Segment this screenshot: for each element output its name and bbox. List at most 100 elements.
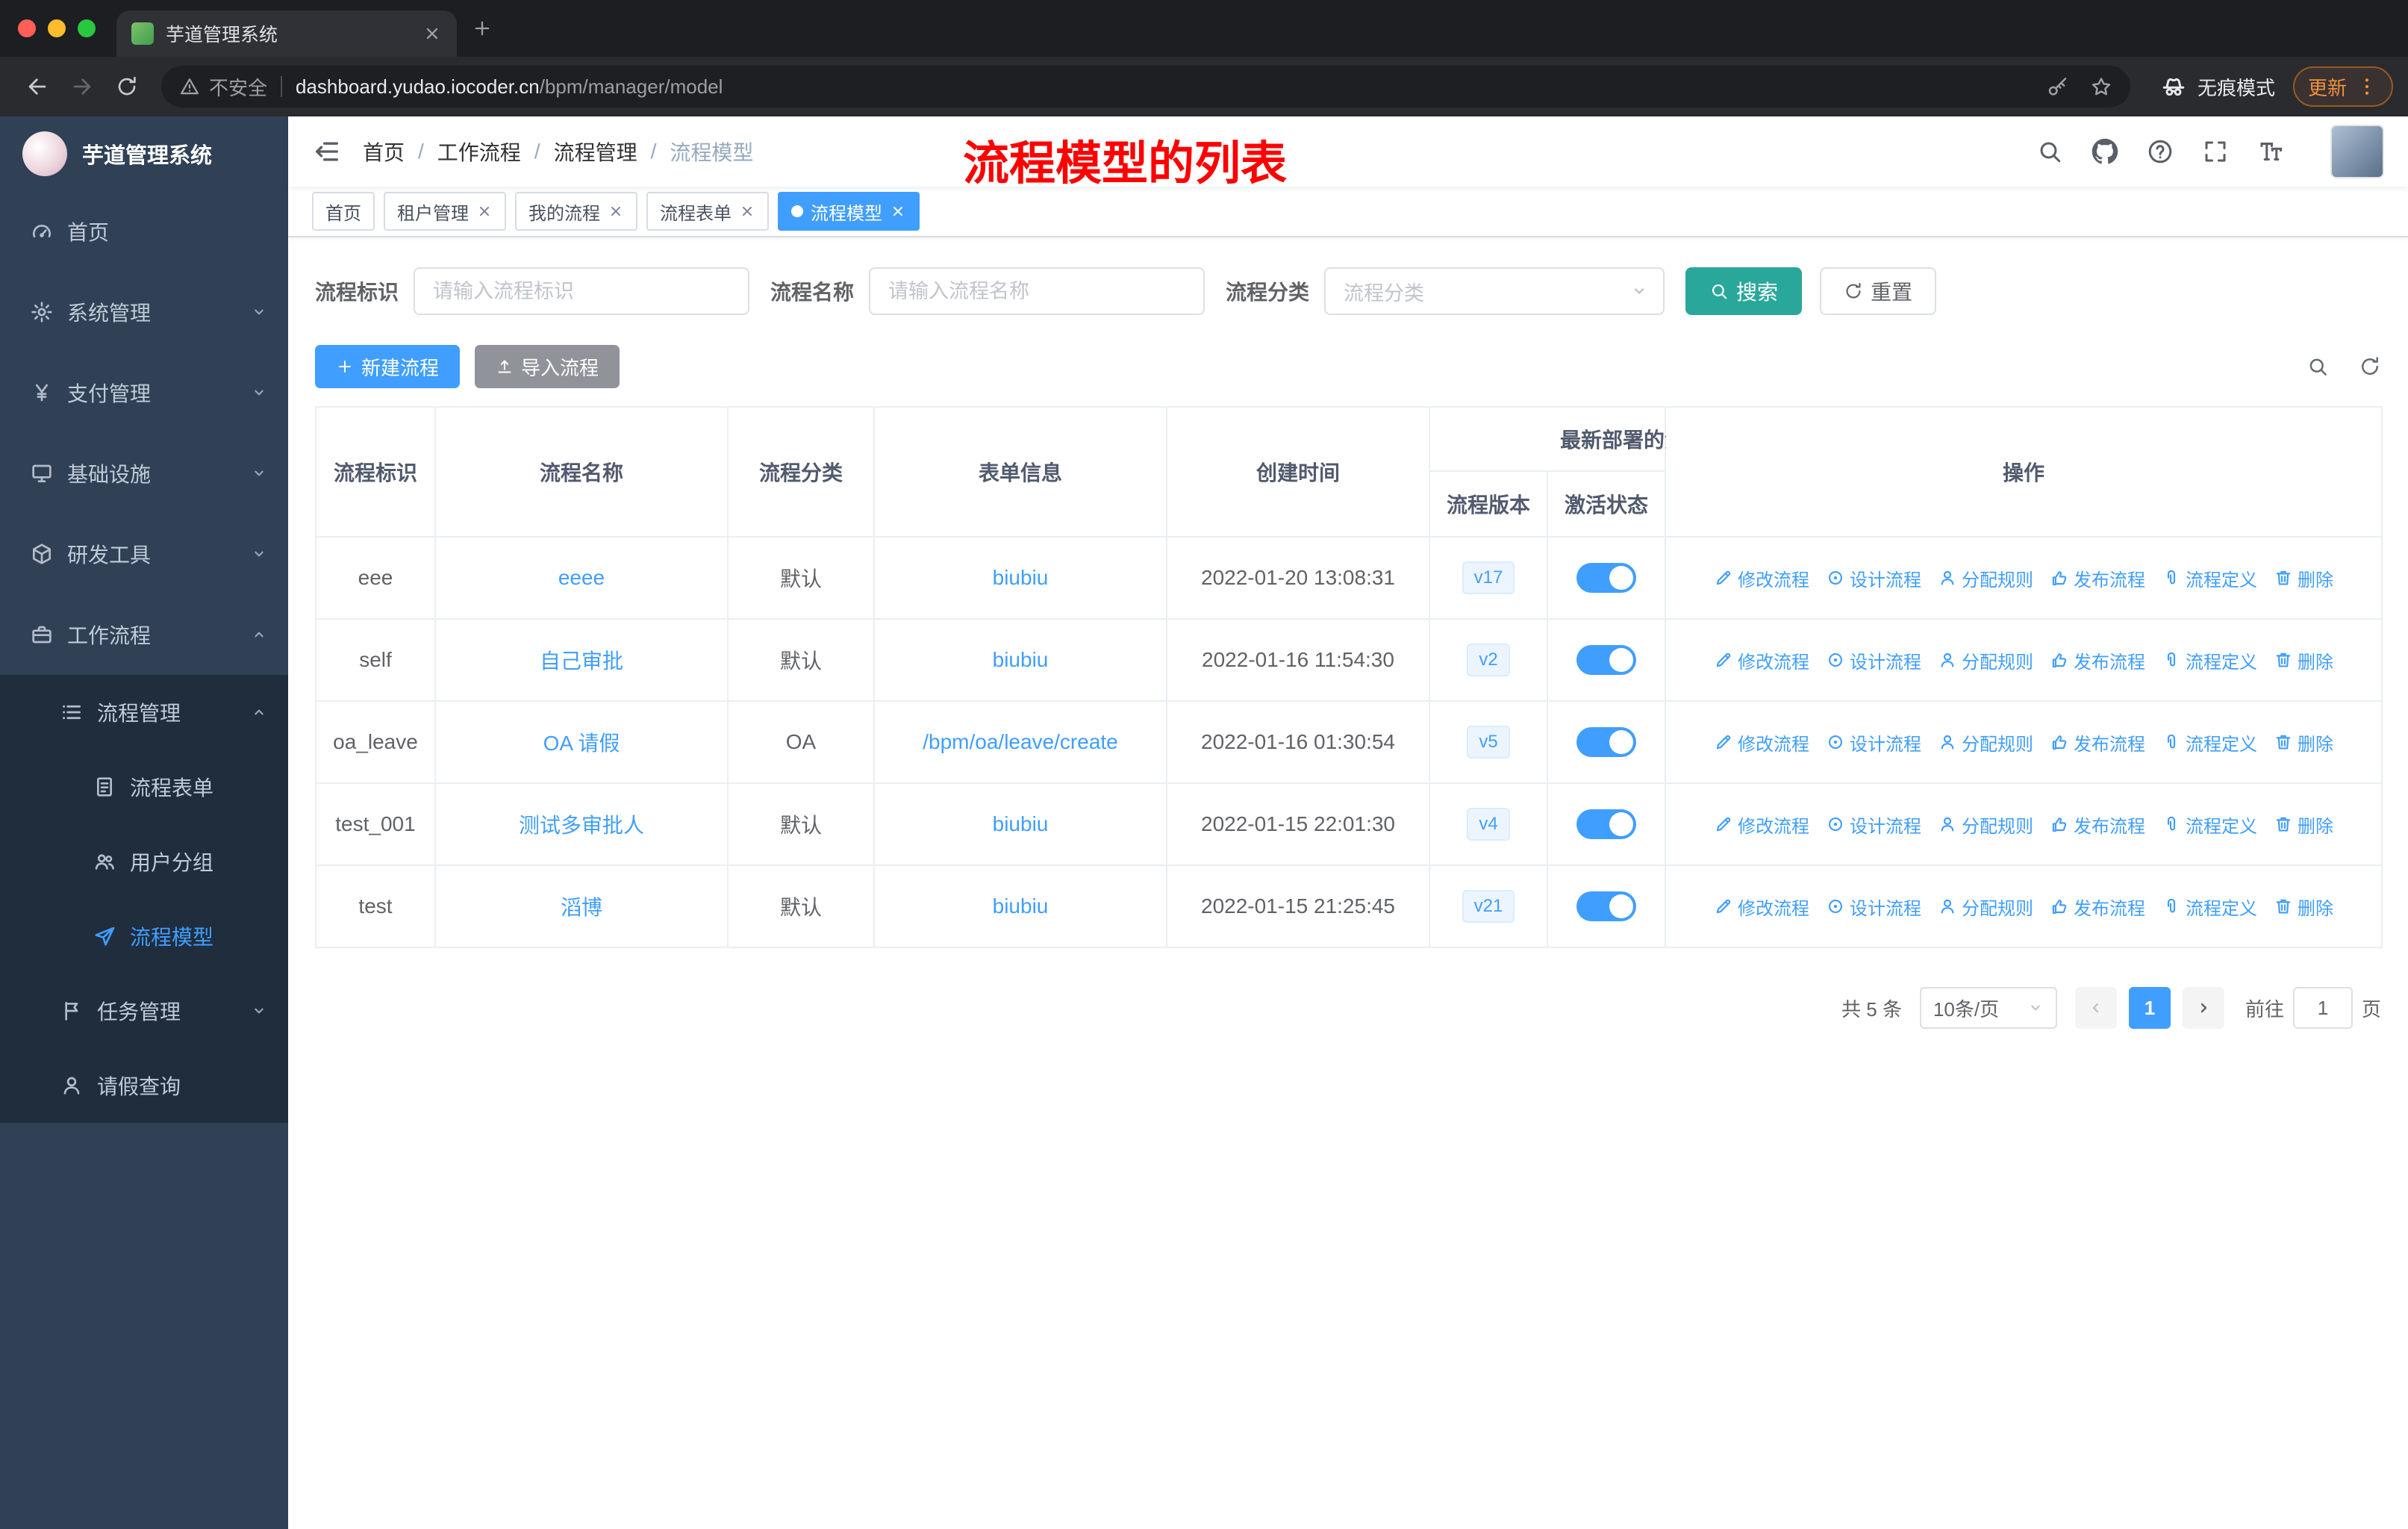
- active-toggle[interactable]: [1576, 891, 1636, 921]
- action-design-process[interactable]: 设计流程: [1826, 565, 1921, 591]
- tag-process-form[interactable]: 流程表单: [646, 192, 769, 231]
- action-edit-process[interactable]: 修改流程: [1714, 565, 1809, 591]
- version-tag[interactable]: v17: [1462, 561, 1515, 595]
- tag-process-model[interactable]: 流程模型: [778, 192, 920, 231]
- github-icon[interactable]: [2092, 138, 2118, 165]
- close-icon[interactable]: [476, 203, 493, 219]
- tag-home[interactable]: 首页: [312, 192, 375, 231]
- toggle-search-icon[interactable]: [2306, 355, 2329, 378]
- new-tab-button[interactable]: [472, 18, 493, 39]
- action-deploy-process[interactable]: 发布流程: [2050, 647, 2145, 673]
- action-process-definition[interactable]: 流程定义: [2162, 647, 2257, 673]
- sidebar-fold-icon[interactable]: [312, 137, 342, 166]
- update-button[interactable]: 更新: [2292, 66, 2393, 107]
- sidebar-item-user-group[interactable]: 用户分组: [0, 824, 288, 899]
- action-process-definition[interactable]: 流程定义: [2162, 812, 2257, 838]
- sidebar-item-infrastructure[interactable]: 基础设施: [0, 433, 288, 514]
- goto-page-input[interactable]: [2292, 987, 2353, 1029]
- active-toggle[interactable]: [1576, 727, 1636, 757]
- action-process-definition[interactable]: 流程定义: [2162, 729, 2257, 756]
- active-toggle[interactable]: [1576, 645, 1636, 675]
- page-number-button[interactable]: 1: [2128, 987, 2171, 1029]
- action-process-definition[interactable]: 流程定义: [2162, 894, 2257, 920]
- sidebar-item-devtools[interactable]: 研发工具: [0, 514, 288, 594]
- process-name-input[interactable]: [869, 267, 1205, 315]
- version-tag[interactable]: v5: [1467, 725, 1510, 759]
- action-delete[interactable]: 删除: [2274, 565, 2333, 591]
- sidebar-item-process-model[interactable]: 流程模型: [0, 899, 288, 974]
- action-deploy-process[interactable]: 发布流程: [2050, 894, 2145, 920]
- sidebar-item-process-form[interactable]: 流程表单: [0, 750, 288, 824]
- version-tag[interactable]: v4: [1467, 807, 1510, 841]
- form-info-link[interactable]: biubiu: [993, 894, 1049, 918]
- form-info-link[interactable]: biubiu: [993, 648, 1049, 671]
- password-key-icon[interactable]: [2047, 75, 2069, 98]
- sidebar-item-leave-query[interactable]: 请假查询: [0, 1048, 288, 1123]
- action-delete[interactable]: 删除: [2274, 812, 2333, 838]
- action-delete[interactable]: 删除: [2274, 647, 2333, 673]
- action-edit-process[interactable]: 修改流程: [1714, 812, 1809, 838]
- action-edit-process[interactable]: 修改流程: [1714, 647, 1809, 673]
- next-page-button[interactable]: [2182, 987, 2224, 1029]
- action-design-process[interactable]: 设计流程: [1826, 812, 1921, 838]
- bookmark-star-icon[interactable]: [2090, 75, 2112, 98]
- tag-my-process[interactable]: 我的流程: [515, 192, 637, 231]
- process-name-link[interactable]: 测试多审批人: [519, 814, 644, 837]
- sidebar-logo[interactable]: 芋道管理系统: [0, 116, 288, 191]
- action-deploy-process[interactable]: 发布流程: [2050, 565, 2145, 591]
- help-icon[interactable]: [2147, 138, 2174, 165]
- sidebar-item-system[interactable]: 系统管理: [0, 272, 288, 352]
- close-icon[interactable]: [608, 203, 624, 219]
- reload-button[interactable]: [105, 64, 149, 109]
- tab-close-icon[interactable]: [422, 24, 442, 43]
- forward-button[interactable]: [60, 64, 105, 109]
- action-assign-rule[interactable]: 分配规则: [1938, 565, 2033, 591]
- fullscreen-icon[interactable]: [2202, 138, 2229, 165]
- create-process-button[interactable]: 新建流程: [315, 345, 461, 388]
- zoom-window-button[interactable]: [78, 19, 96, 37]
- sidebar-item-payment[interactable]: 支付管理: [0, 352, 288, 433]
- active-toggle[interactable]: [1576, 563, 1636, 593]
- process-name-link[interactable]: eeee: [558, 566, 605, 589]
- breadcrumb-item[interactable]: 首页: [363, 137, 405, 166]
- close-window-button[interactable]: [18, 19, 36, 37]
- breadcrumb-item[interactable]: 流程管理: [554, 137, 637, 166]
- action-assign-rule[interactable]: 分配规则: [1938, 894, 2033, 920]
- action-assign-rule[interactable]: 分配规则: [1938, 812, 2033, 838]
- browser-menu-dots-icon[interactable]: [2356, 75, 2378, 98]
- version-tag[interactable]: v21: [1462, 889, 1515, 924]
- action-process-definition[interactable]: 流程定义: [2162, 565, 2257, 591]
- sidebar-item-workflow[interactable]: 工作流程: [0, 594, 288, 675]
- close-icon[interactable]: [739, 203, 755, 219]
- action-delete[interactable]: 删除: [2274, 894, 2333, 920]
- address-bar[interactable]: 不安全 dashboard.yudao.iocoder.cn /bpm/mana…: [161, 66, 2130, 108]
- minimize-window-button[interactable]: [48, 19, 66, 37]
- action-edit-process[interactable]: 修改流程: [1714, 729, 1809, 756]
- action-design-process[interactable]: 设计流程: [1826, 729, 1921, 756]
- user-avatar[interactable]: [2330, 125, 2384, 178]
- reset-button[interactable]: 重置: [1820, 267, 1937, 315]
- process-id-input[interactable]: [414, 267, 750, 315]
- page-size-select[interactable]: 10条/页: [1919, 987, 2057, 1029]
- sidebar-item-home[interactable]: 首页: [0, 191, 288, 272]
- form-info-link[interactable]: biubiu: [993, 566, 1049, 589]
- process-name-link[interactable]: OA 请假: [543, 732, 620, 755]
- action-edit-process[interactable]: 修改流程: [1714, 894, 1809, 920]
- search-button[interactable]: 搜索: [1685, 267, 1803, 315]
- search-icon[interactable]: [2036, 138, 2063, 165]
- process-name-link[interactable]: 滔博: [561, 896, 602, 919]
- prev-page-button[interactable]: [2074, 987, 2117, 1029]
- action-delete[interactable]: 删除: [2274, 729, 2333, 756]
- tag-tenant[interactable]: 租户管理: [384, 192, 506, 231]
- action-design-process[interactable]: 设计流程: [1826, 894, 1921, 920]
- back-button[interactable]: [15, 64, 60, 109]
- action-deploy-process[interactable]: 发布流程: [2050, 812, 2145, 838]
- action-assign-rule[interactable]: 分配规则: [1938, 647, 2033, 673]
- breadcrumb-item[interactable]: 工作流程: [437, 137, 521, 166]
- category-select[interactable]: 流程分类: [1324, 267, 1665, 315]
- active-toggle[interactable]: [1576, 809, 1636, 839]
- action-deploy-process[interactable]: 发布流程: [2050, 729, 2145, 756]
- form-info-link[interactable]: biubiu: [993, 812, 1049, 835]
- close-icon[interactable]: [890, 203, 906, 219]
- sidebar-item-process-management[interactable]: 流程管理: [0, 675, 288, 750]
